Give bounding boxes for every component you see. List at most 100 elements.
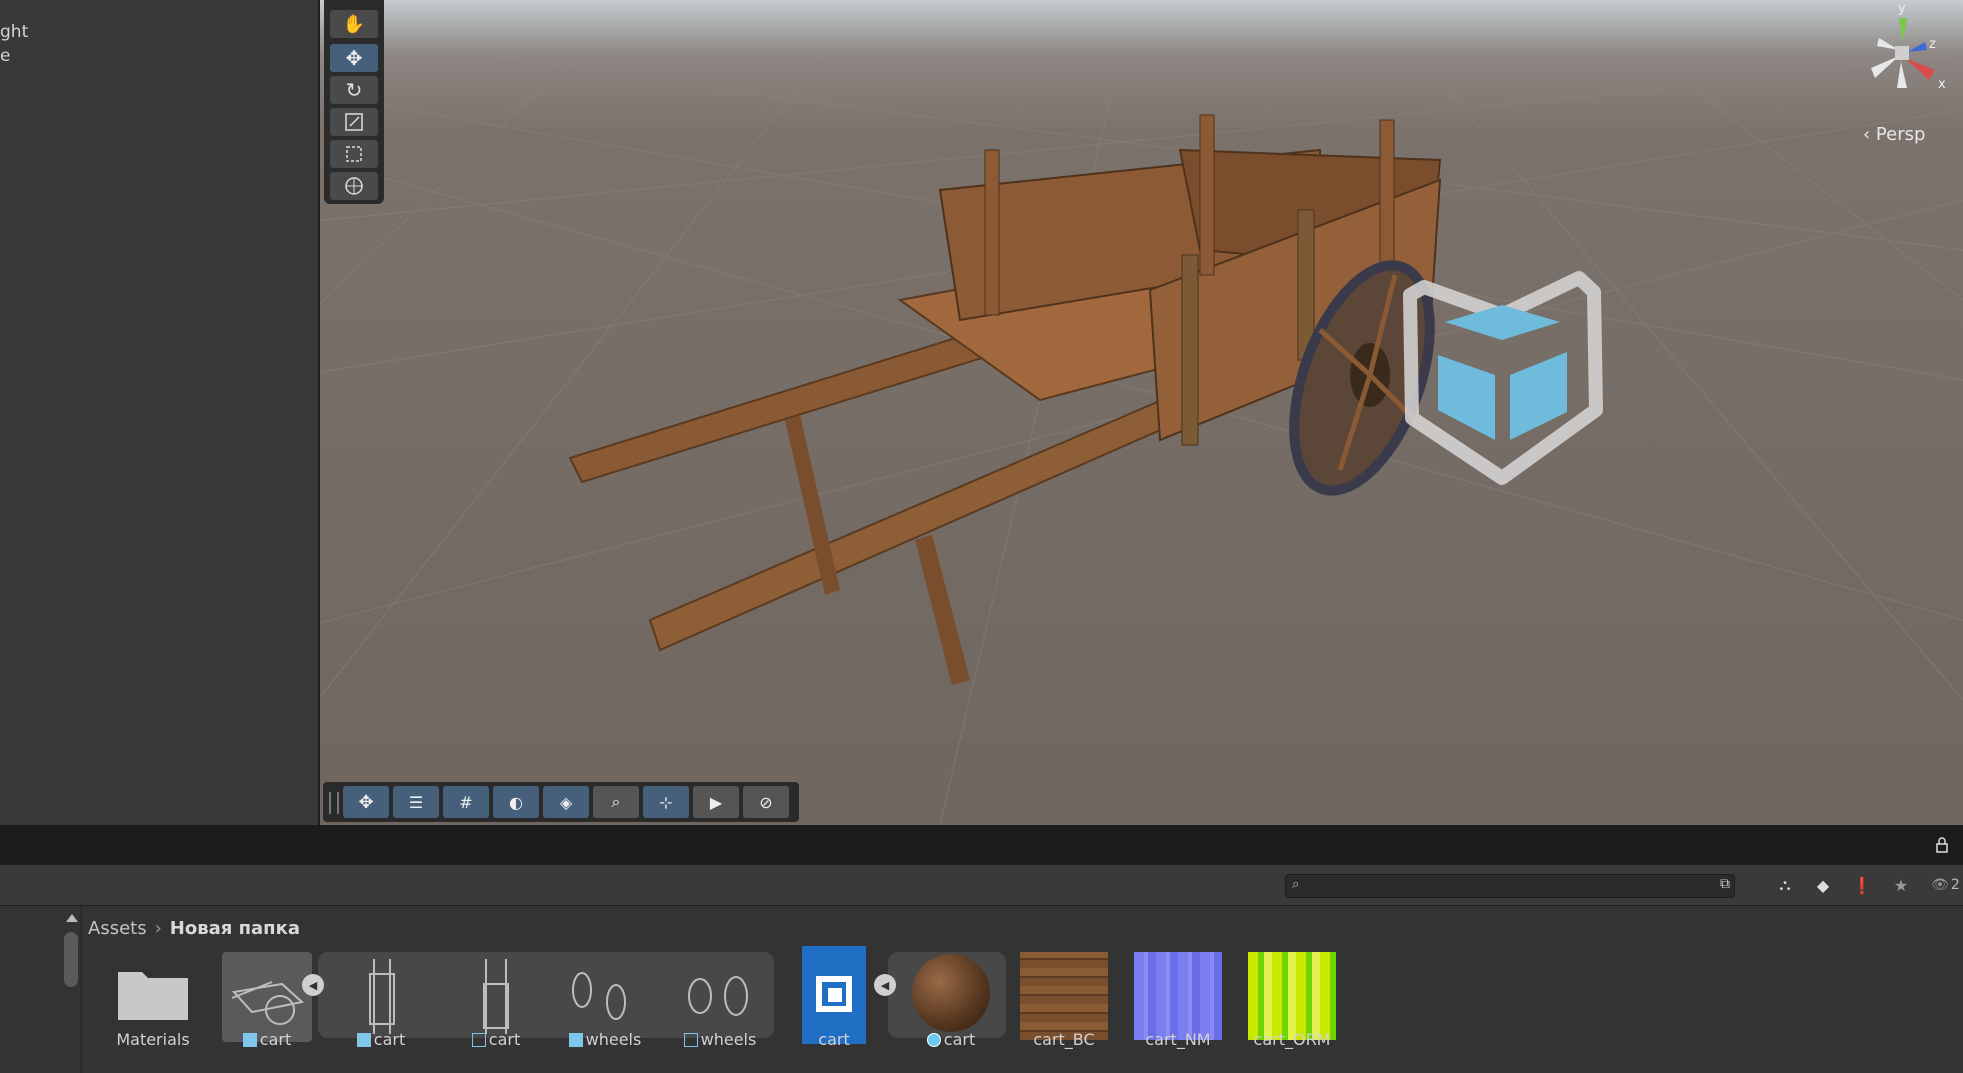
warning-icon: ❗ (1852, 875, 1872, 895)
prefab-cube-gizmo (1403, 271, 1603, 485)
asset-label: cart (446, 1030, 546, 1049)
collapse-prefab-button[interactable]: ◀ (874, 974, 896, 996)
mesh-icon (471, 1033, 486, 1047)
material-sphere-thumbnail (912, 954, 990, 1032)
orientation-gizmo[interactable]: y x z (1843, 0, 1963, 110)
search-icon: ⌕ (611, 792, 621, 811)
project-tab-strip (0, 825, 1963, 865)
asset-label: cart_BC (1033, 1030, 1095, 1049)
hand-icon: ✋ (342, 13, 366, 35)
move-icon: ✥ (345, 46, 363, 70)
scroll-up-icon[interactable] (66, 914, 78, 922)
breadcrumb-separator-icon: › (154, 918, 162, 939)
project-folder-tree[interactable] (0, 906, 80, 1073)
grid-snap-icon: # (459, 792, 473, 812)
scene-overlay-toolbar: ✥ ☰ # ◐ ◈ ⌕ ⊹ ▶ ⊘ (323, 782, 799, 822)
overlay-shading-button[interactable]: ◐ (493, 786, 539, 818)
model-icon (356, 1033, 371, 1047)
move-tool-button[interactable]: ✥ (330, 44, 378, 72)
project-window: ⌕ ⧉ ⛬ ◆ ❗ ★ 👁 2 Assets › Новая папка Mater… (0, 825, 1963, 1073)
camera-icon: ▶ (709, 792, 723, 812)
overlay-search-button[interactable]: ⌕ (593, 786, 639, 818)
asset-grid: Assets › Новая папка Materials cart ◀ cart… (82, 906, 1963, 1073)
wheels-thumbnail (572, 972, 626, 1020)
hierarchy-panel: ght e (0, 0, 320, 825)
texture-bc-thumbnail (1020, 952, 1108, 1040)
scale-tool-button[interactable] (330, 108, 378, 136)
rect-tool-button[interactable] (330, 140, 378, 168)
chevron-left-icon: ◀ (308, 978, 318, 992)
asset-label: cart (818, 1030, 850, 1049)
layers-icon: ◈ (559, 792, 573, 812)
asset-label: cart (217, 1030, 317, 1049)
toolbar-grip[interactable] (329, 792, 339, 814)
chevron-left-icon: ◀ (880, 978, 890, 992)
overlay-camera-button[interactable]: ▶ (693, 786, 739, 818)
filter-by-log-button[interactable]: ❗ (1849, 873, 1875, 897)
cart-model[interactable] (320, 0, 1963, 825)
hand-tool-button[interactable]: ✋ (330, 10, 378, 38)
rect-transform-icon (346, 146, 362, 162)
breadcrumb: Assets › Новая папка (88, 918, 300, 939)
persp-text: Persp (1875, 124, 1926, 145)
search-icon: ⌕ (1292, 877, 1300, 892)
search-field[interactable]: ⌕ ⧉ (1285, 874, 1735, 898)
mesh-icon (683, 1033, 698, 1047)
asset-label: cart (331, 1030, 431, 1049)
rotate-icon: ↻ (345, 78, 363, 102)
camera-mode-label[interactable]: ‹ Persp (1863, 124, 1925, 145)
scale-icon (345, 113, 363, 131)
eye-icon: 👁 (1931, 877, 1949, 893)
hidden-packages-button[interactable]: 👁 2 (1928, 873, 1963, 897)
rotate-tool-button[interactable]: ↻ (330, 76, 378, 104)
pivot-icon: ⊹ (659, 792, 673, 812)
transform-icon (345, 177, 363, 195)
search-popout-icon[interactable]: ⧉ (1720, 876, 1730, 892)
asset-label: cart (901, 1030, 1001, 1049)
filter-type-icon: ⛬ (1779, 875, 1791, 894)
breadcrumb-assets[interactable]: Assets (88, 918, 147, 939)
overlay-layers-button[interactable]: ◈ (543, 786, 589, 818)
search-input[interactable] (1308, 876, 1672, 896)
folder-icon (118, 972, 188, 1020)
hidden-count: 2 (1950, 877, 1960, 893)
gizmo-z-label: z (1929, 37, 1936, 52)
filter-by-label-button[interactable]: ◆ (1810, 873, 1836, 897)
model-icon (568, 1033, 583, 1047)
wheels-mesh-thumbnail (688, 976, 748, 1016)
model-icon (242, 1033, 257, 1047)
asset-label: wheels (555, 1030, 655, 1049)
cart-model-thumbnail (222, 952, 312, 1042)
breadcrumb-current[interactable]: Новая папка (170, 918, 300, 939)
asset-label: cart_NM (1145, 1030, 1211, 1049)
tools-palette: ✋ ✥ ↻ (324, 0, 384, 204)
material-icon (926, 1033, 941, 1047)
gizmo-x-label: x (1938, 77, 1946, 92)
toolbar-settings-icon: ☰ (408, 792, 424, 812)
asset-label: cart_ORM (1253, 1030, 1331, 1049)
collapse-subassets-button[interactable]: ◀ (302, 974, 324, 996)
cart-upright-thumbnail (369, 959, 395, 1034)
asset-label: wheels (670, 1030, 770, 1049)
gizmo-y-label: y (1898, 1, 1906, 16)
folder-tree-scrollbar[interactable] (64, 932, 78, 987)
project-toolbar: ⌕ ⧉ ⛬ ◆ ❗ ★ 👁 2 (0, 865, 1963, 906)
lock-icon[interactable] (1935, 837, 1949, 853)
label-icon: ◆ (1816, 875, 1830, 895)
asset-label: Materials (116, 1030, 190, 1049)
texture-orm-thumbnail (1248, 952, 1336, 1040)
transform-tool-button[interactable] (330, 172, 378, 200)
scene-view[interactable]: ✋ ✥ ↻ y x z ‹ Persp ✥ ☰ # ◐ ◈ ⌕ ⊹ ▶ ⊘ (320, 0, 1963, 825)
favorites-button[interactable]: ★ (1888, 873, 1914, 897)
cart-mesh-thumbnail (483, 959, 509, 1034)
overlay-compass-button[interactable]: ⊘ (743, 786, 789, 818)
star-icon: ★ (1893, 875, 1909, 895)
overlay-toolbar-settings-button[interactable]: ☰ (393, 786, 439, 818)
filter-by-type-button[interactable]: ⛬ (1772, 873, 1798, 897)
overlay-grid-snap-button[interactable]: # (443, 786, 489, 818)
overlay-pivot-button[interactable]: ⊹ (643, 786, 689, 818)
hierarchy-item-cube[interactable]: e (0, 46, 10, 66)
overlay-move-button[interactable]: ✥ (343, 786, 389, 818)
hierarchy-item-light[interactable]: ght (0, 22, 28, 42)
shading-icon: ◐ (509, 792, 523, 812)
